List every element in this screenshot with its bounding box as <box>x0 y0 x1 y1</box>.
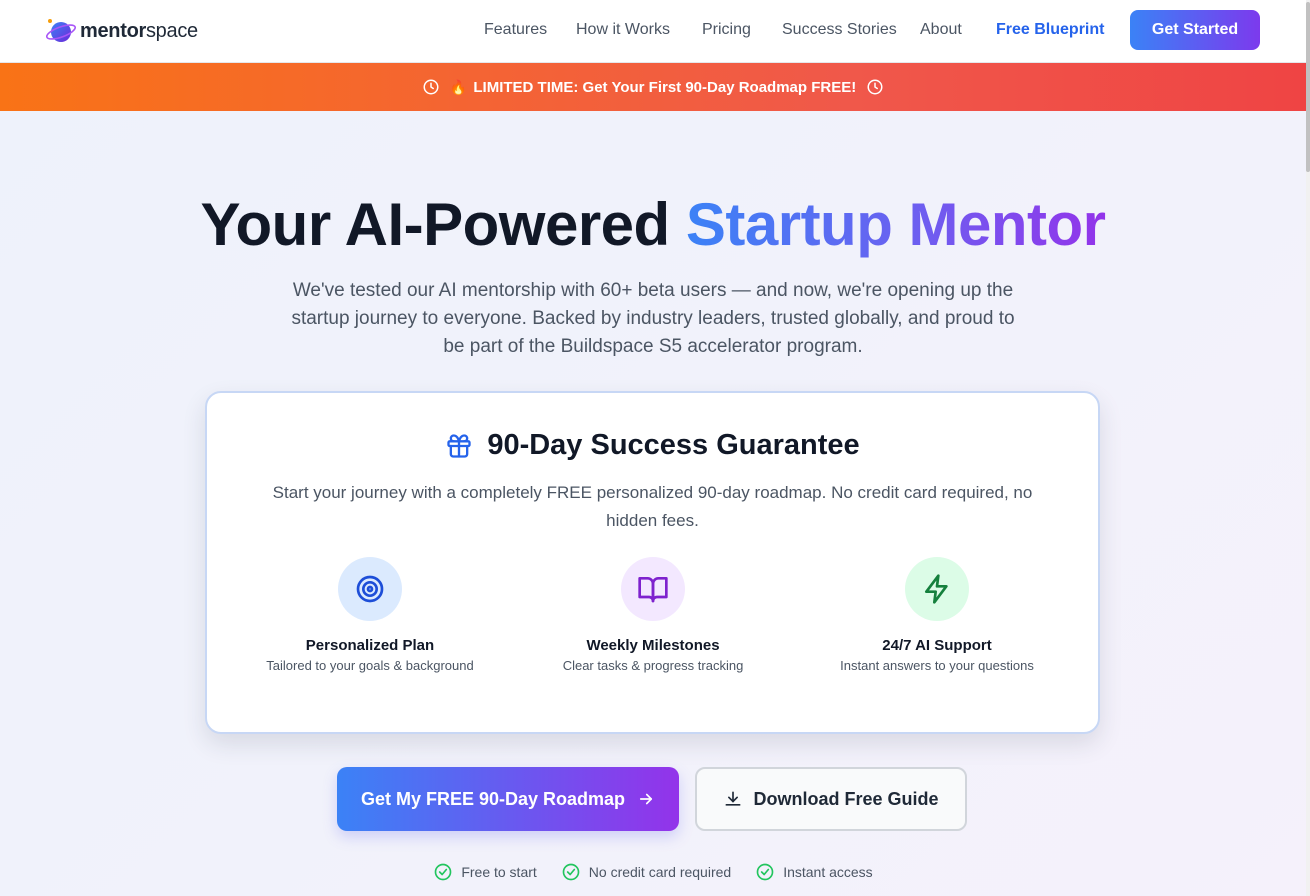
feature-ai-support: 24/7 AI Support Instant answers to your … <box>792 557 1082 673</box>
hero-title-gradient: Startup Mentor <box>685 191 1106 258</box>
feature-title: Weekly Milestones <box>586 637 720 654</box>
scrollbar-thumb[interactable] <box>1306 2 1310 172</box>
clock-icon <box>867 79 883 95</box>
arrow-right-icon <box>639 793 653 805</box>
feature-weekly-milestones: Weekly Milestones Clear tasks & progress… <box>508 557 798 673</box>
benefit-checks: Free to start No credit card required In… <box>0 862 1306 882</box>
download-icon <box>725 791 741 806</box>
check-item-instant-access: Instant access <box>755 862 873 882</box>
top-navbar: mentorspace Features How it Works Pricin… <box>0 0 1310 63</box>
gift-icon <box>447 433 471 458</box>
feature-icon-circle <box>905 557 969 621</box>
get-free-roadmap-label: Get My FREE 90-Day Roadmap <box>360 788 626 809</box>
feature-personalized-plan: Personalized Plan Tailored to your goals… <box>225 557 515 673</box>
lightning-icon <box>925 574 948 604</box>
card-title: 90-Day Success Guarantee <box>487 429 860 461</box>
logo-text: mentorspace <box>80 19 198 42</box>
card-description: Start your journey with a completely FRE… <box>272 483 1033 530</box>
clock-icon <box>423 79 439 95</box>
planet-logo-icon <box>46 19 76 42</box>
check-circle-icon <box>562 863 580 881</box>
get-started-button[interactable]: Get Started <box>1130 10 1260 50</box>
nav-link-features[interactable]: Features <box>484 21 547 39</box>
target-icon <box>356 575 384 603</box>
limited-time-banner: 🔥 LIMITED TIME: Get Your First 90-Day Ro… <box>0 63 1306 111</box>
hero-subtitle: We've tested our AI mentorship with 60+ … <box>291 280 1015 357</box>
guarantee-card: 90-Day Success Guarantee Start your jour… <box>205 391 1100 734</box>
check-item-no-credit-card: No credit card required <box>561 862 731 882</box>
download-guide-label: Download Free Guide <box>753 788 939 809</box>
nav-link-about[interactable]: About <box>920 21 962 39</box>
check-circle-icon <box>434 863 452 881</box>
nav-link-free-blueprint[interactable]: Free Blueprint <box>996 21 1104 39</box>
feature-icon-circle <box>338 557 402 621</box>
feature-title: 24/7 AI Support <box>882 637 992 654</box>
nav-link-pricing[interactable]: Pricing <box>702 21 751 39</box>
feature-title: Personalized Plan <box>305 637 435 654</box>
nav-link-how-it-works[interactable]: How it Works <box>576 21 670 39</box>
download-guide-button[interactable]: Download Free Guide <box>695 767 967 831</box>
banner-text: LIMITED TIME: Get Your First 90-Day Road… <box>473 78 857 96</box>
fire-icon: 🔥 <box>449 78 468 95</box>
feature-subtitle: Instant answers to your questions <box>840 658 1034 673</box>
hero-title: Your AI-Powered Startup Mentor <box>200 191 1106 258</box>
check-label: No credit card required <box>588 864 732 880</box>
check-label: Free to start <box>461 864 537 880</box>
check-circle-icon <box>756 863 774 881</box>
feature-subtitle: Tailored to your goals & background <box>266 658 474 673</box>
check-item-free: Free to start <box>433 862 537 882</box>
nav-link-success-stories[interactable]: Success Stories <box>782 21 897 39</box>
feature-subtitle: Clear tasks & progress tracking <box>562 658 744 673</box>
check-label: Instant access <box>783 864 873 880</box>
book-open-icon <box>638 577 668 603</box>
feature-icon-circle <box>621 557 685 621</box>
get-free-roadmap-button[interactable]: Get My FREE 90-Day Roadmap <box>337 767 679 831</box>
logo[interactable]: mentorspace <box>44 14 198 48</box>
